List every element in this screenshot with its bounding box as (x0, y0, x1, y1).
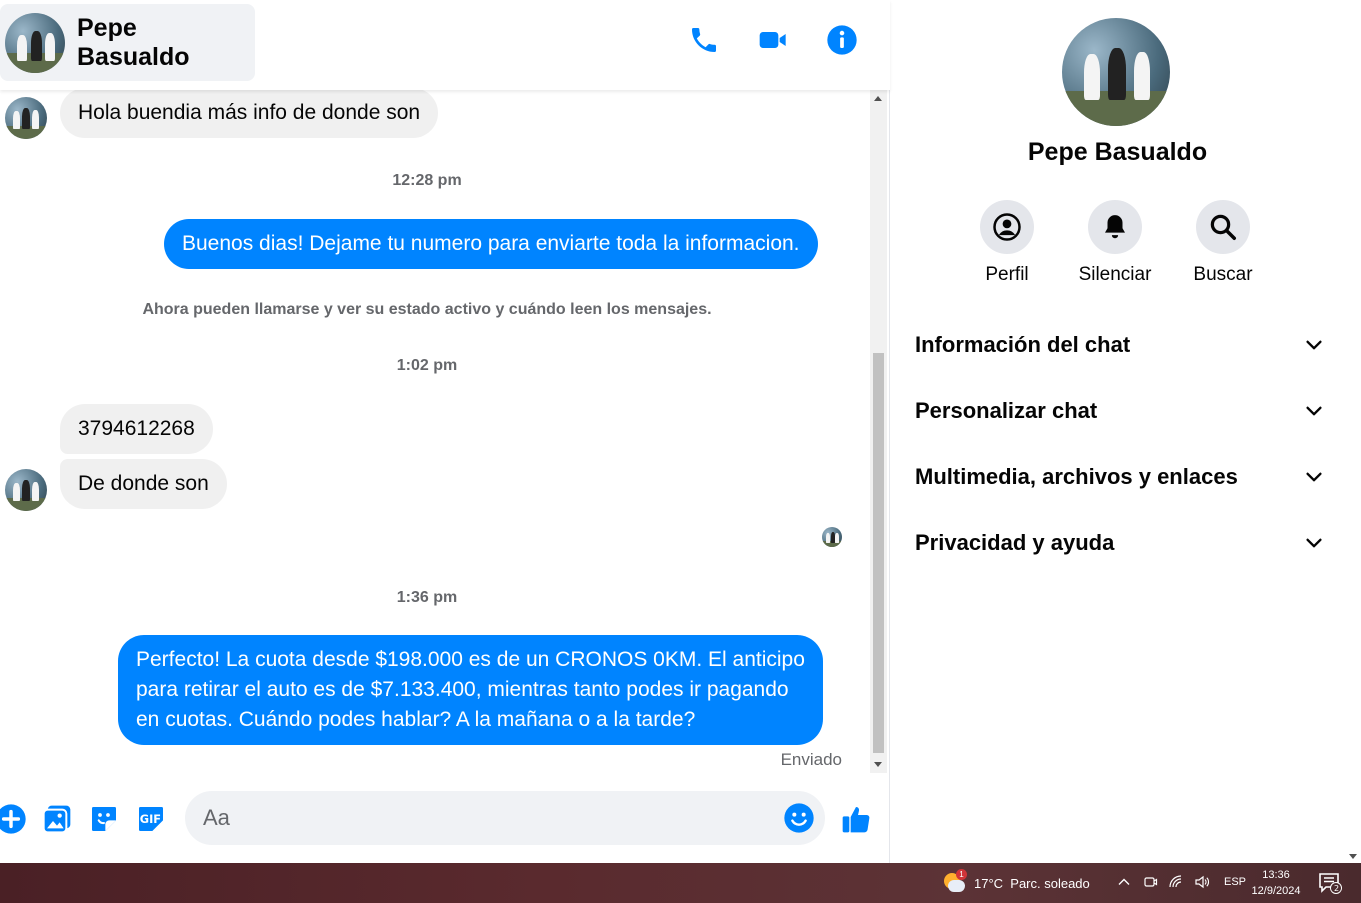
section-customize-chat[interactable]: Personalizar chat (915, 386, 1325, 436)
scroll-down-arrow-icon[interactable] (874, 762, 882, 767)
action-label: Perfil (985, 264, 1029, 285)
profile-button[interactable]: Perfil (957, 200, 1057, 286)
messenger-window: Pepe Basualdo Hola buendia más info de d… (0, 0, 1361, 863)
incoming-message[interactable]: Hola buendia más info de donde son (60, 90, 439, 138)
wifi-icon[interactable] (1168, 874, 1184, 890)
taskbar-clock[interactable]: 13:36 12/9/2024 (1247, 867, 1305, 899)
chevron-up-icon[interactable] (1116, 874, 1132, 890)
notification-icon: 2 (1319, 873, 1342, 894)
profile-icon (993, 213, 1021, 241)
chat-column: Pepe Basualdo Hola buendia más info de d… (0, 0, 890, 863)
video-camera-icon (759, 32, 786, 48)
message-list[interactable]: Hola buendia más info de donde son 12:28… (0, 90, 870, 773)
message-input-wrapper (185, 791, 825, 845)
seen-receipt-avatar (822, 527, 842, 547)
message-line: Perfecto! La cuota desde $198.000 es de … (136, 648, 805, 671)
panel-scrollbar[interactable] (1344, 0, 1361, 863)
contact-avatar (5, 12, 65, 73)
gif-button[interactable]: GIF (134, 802, 168, 836)
attach-photo-button[interactable] (40, 802, 74, 836)
scroll-up-arrow-icon[interactable] (874, 96, 882, 101)
section-title: Información del chat (915, 332, 1131, 357)
contact-name: Pepe Basualdo (77, 13, 190, 71)
notification-center-button[interactable]: 2 (1318, 872, 1342, 894)
section-title: Privacidad y ayuda (915, 530, 1115, 555)
section-chat-info[interactable]: Información del chat (915, 320, 1325, 370)
chevron-down-icon (1306, 340, 1322, 350)
sender-avatar (5, 469, 47, 511)
scroll-down-arrow-icon[interactable] (1349, 854, 1357, 859)
conversation-info-button[interactable] (824, 22, 860, 58)
section-title: Multimedia, archivos y enlaces (915, 464, 1238, 489)
image-icon (42, 805, 71, 834)
message-line: para retirar el auto es de $7.133.400, m… (136, 678, 789, 701)
action-label: Silenciar (1078, 264, 1152, 285)
message-line: en cuotas. Cuándo podes hablar? A la mañ… (136, 708, 696, 731)
system-tray: ESP (1116, 874, 1246, 890)
search-button[interactable]: Buscar (1173, 200, 1273, 286)
chevron-down-icon (1306, 472, 1322, 482)
message-scrollbar[interactable] (870, 90, 887, 773)
svg-text:GIF: GIF (140, 812, 161, 826)
outgoing-message[interactable]: Buenos dias! Dejame tu numero para envia… (164, 219, 818, 269)
voice-call-button[interactable] (686, 22, 722, 58)
section-title: Personalizar chat (915, 398, 1098, 423)
incoming-message[interactable]: De donde son (60, 459, 227, 509)
chevron-down-icon (1306, 406, 1322, 416)
like-button[interactable] (839, 802, 873, 836)
phone-icon (692, 28, 716, 52)
emoji-button[interactable] (783, 802, 815, 834)
info-icon (827, 25, 857, 55)
chevron-down-icon (1306, 538, 1322, 548)
composer: GIF (0, 775, 890, 863)
scroll-thumb[interactable] (873, 353, 884, 753)
windows-taskbar: 1 17°C Parc. soleado ESP 13:36 12/9/2024… (0, 863, 1361, 903)
more-actions-button[interactable] (0, 802, 28, 836)
language-indicator[interactable]: ESP (1224, 876, 1246, 888)
thumbs-up-icon (842, 807, 870, 833)
clock-date: 12/9/2024 (1251, 885, 1301, 897)
meet-now-icon[interactable] (1142, 874, 1158, 890)
sticker-icon (92, 807, 116, 831)
profile-avatar[interactable] (1062, 18, 1170, 126)
chat-header: Pepe Basualdo (0, 0, 890, 90)
mute-button[interactable]: Silenciar (1065, 200, 1165, 286)
message-input[interactable] (185, 791, 775, 845)
conversation-details-panel: Pepe Basualdo Perfil Silenciar Buscar In… (891, 0, 1344, 863)
delivery-status: Enviado (780, 750, 842, 769)
sender-avatar (5, 97, 47, 139)
notification-count: 2 (1334, 884, 1339, 893)
clock-time: 13:36 (1262, 869, 1290, 881)
smiley-icon (784, 803, 814, 833)
weather-badge: 1 (956, 869, 967, 880)
system-notice: Ahora pueden llamarse y ver su estado ac… (142, 301, 712, 318)
section-media-files-links[interactable]: Multimedia, archivos y enlaces (915, 452, 1325, 502)
sticker-button[interactable] (87, 802, 121, 836)
bell-icon (1105, 215, 1125, 239)
outgoing-message[interactable]: Perfecto! La cuota desde $198.000 es de … (118, 635, 823, 745)
profile-name: Pepe Basualdo (1027, 138, 1208, 166)
timestamp: 1:02 pm (396, 357, 458, 374)
video-call-button[interactable] (755, 22, 791, 58)
section-privacy-help[interactable]: Privacidad y ayuda (915, 518, 1325, 568)
search-icon (1210, 214, 1236, 240)
action-label: Buscar (1193, 264, 1253, 285)
incoming-message[interactable]: 3794612268 (60, 404, 213, 454)
timestamp: 1:36 pm (396, 589, 458, 606)
speaker-icon[interactable] (1194, 874, 1210, 890)
weather-icon: 1 (942, 869, 967, 895)
weather-widget[interactable]: 1 17°C Parc. soleado (942, 869, 1090, 895)
contact-chip[interactable]: Pepe Basualdo (0, 4, 255, 81)
gif-icon: GIF (139, 807, 163, 831)
timestamp: 12:28 pm (392, 172, 462, 189)
weather-text: 17°C Parc. soleado (974, 875, 1090, 891)
plus-icon (0, 804, 26, 834)
header-actions (686, 22, 860, 58)
